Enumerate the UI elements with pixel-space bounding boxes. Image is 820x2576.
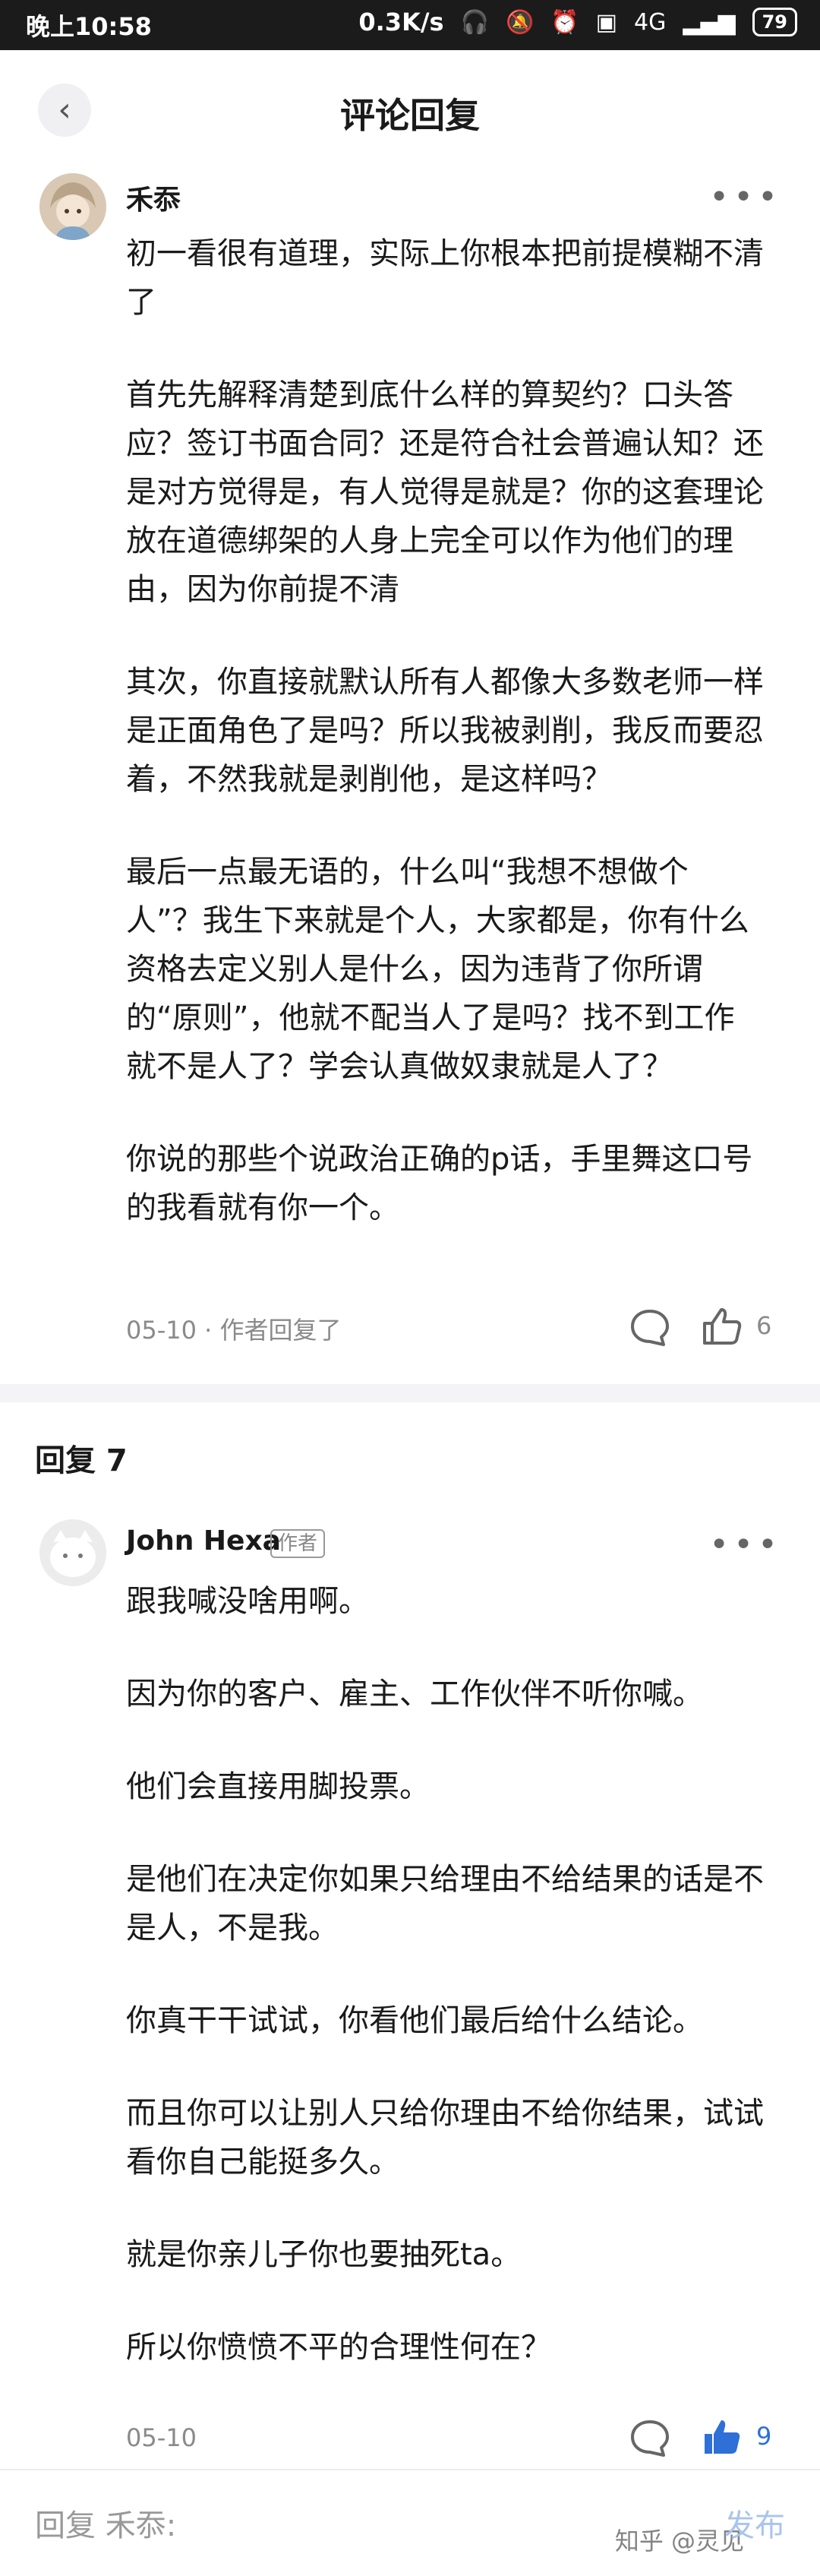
avatar[interactable]	[39, 173, 106, 240]
page-title: 评论回复	[340, 95, 480, 136]
comment-bubble-icon[interactable]	[627, 2416, 673, 2461]
comment-body: 初一看很有道理，实际上你根本把前提模糊不清了 首先先解释清楚到底什么样的算契约？…	[126, 229, 764, 1276]
thumbs-up-icon[interactable]	[699, 2414, 744, 2460]
status-bar: 晚上10:58 0.3K/s 🎧 🔕 ⏰ ▣ 4G ▂▄▆ 79	[0, 0, 820, 50]
net-speed: 0.3K/s	[358, 8, 444, 36]
reply-paragraph: 是他们在决定你如果只给理由不给结果的话是不是人，不是我。	[126, 1862, 764, 1945]
publish-button[interactable]: 发布	[724, 2501, 785, 2545]
reply-paragraph: 而且你可以让别人只给你理由不给你结果，试试看你自己能挺多久。	[126, 2096, 764, 2179]
comment-paragraph: 最后一点最无语的，什么叫“我想不想做个人”？我生下来就是个人，大家都是，你有什么…	[126, 855, 749, 1084]
reply-paragraph: 你真干干试试，你看他们最后给什么结论。	[126, 2003, 703, 2038]
reply-input[interactable]: 回复 禾忝:	[35, 2501, 176, 2545]
replies-heading: 回复 7	[35, 1443, 128, 1478]
reply-paragraph: 因为你的客户、雇主、工作伙伴不听你喊。	[126, 1677, 703, 1712]
reply-bar: 回复 禾忝: 知乎 @灵见 发布	[0, 2469, 820, 2576]
author-badge: 作者	[270, 1529, 326, 1558]
reply-body: 跟我喊没啥用啊。 因为你的客户、雇主、工作伙伴不听你喊。 他们会直接用脚投票。 …	[126, 1577, 764, 2416]
section-divider	[0, 1384, 820, 1402]
thumbs-up-icon[interactable]	[699, 1304, 744, 1349]
comment-paragraph: 其次，你直接就默认所有人都像大多数老师一样是正面角色了是吗？所以我被剥削，我反而…	[126, 665, 764, 797]
reply-paragraph: 就是你亲儿子你也要抽死ta。	[126, 2237, 522, 2272]
comment-username[interactable]: 禾忝	[126, 178, 181, 217]
more-options-icon[interactable]: •••	[709, 181, 782, 214]
reply-paragraph: 跟我喊没啥用啊。	[126, 1584, 369, 1619]
status-icons: 0.3K/s 🎧 🔕 ⏰ ▣ 4G ▂▄▆ 79	[358, 8, 797, 36]
mute-icon: 🔕	[505, 8, 535, 36]
signal-icon: ▂▄▆	[683, 8, 736, 36]
battery-icon: 79	[752, 8, 797, 36]
reply-meta: 05-10	[126, 2423, 197, 2452]
like-count: 9	[756, 2422, 772, 2451]
reply-paragraph: 他们会直接用脚投票。	[126, 1769, 430, 1804]
avatar[interactable]	[39, 1519, 106, 1586]
alarm-icon: ⏰	[550, 8, 579, 36]
comment-paragraph: 你说的那些个说政治正确的p话，手里舞这口号的我看就有你一个。	[126, 1142, 753, 1225]
network-label: 4G	[634, 8, 667, 36]
comment-meta: 05-10 · 作者回复了	[126, 1316, 342, 1345]
comment-paragraph: 初一看很有道理，实际上你根本把前提模糊不清了	[126, 236, 764, 320]
reply-username[interactable]: John Hexa	[126, 1525, 281, 1557]
status-time: 晚上10:58	[26, 12, 152, 41]
comment-bubble-icon[interactable]	[627, 1305, 673, 1351]
hd-icon: ▣	[595, 8, 618, 36]
headphones-icon: 🎧	[460, 8, 489, 36]
reply-paragraph: 所以你愤愤不平的合理性何在？	[126, 2330, 551, 2365]
like-count: 6	[756, 1311, 772, 1340]
comment-paragraph: 首先先解释清楚到底什么样的算契约？口头答应？签订书面合同？还是符合社会普遍认知？…	[126, 378, 764, 607]
more-options-icon[interactable]: •••	[709, 1528, 782, 1562]
